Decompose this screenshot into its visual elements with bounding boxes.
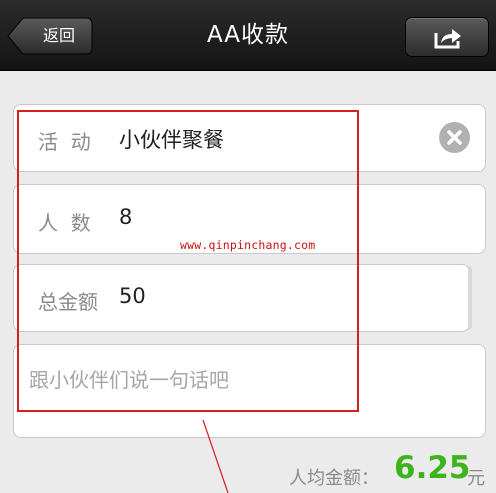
navigation-bar: 返回 AA收款 — [0, 0, 496, 71]
annotation-box — [17, 110, 359, 412]
share-icon — [434, 29, 461, 49]
field-divider — [468, 266, 472, 330]
share-button[interactable] — [405, 17, 489, 57]
average-amount-label: 人均金额： — [289, 468, 379, 489]
average-amount-unit: 元 — [467, 468, 485, 489]
clear-button[interactable] — [439, 122, 470, 153]
average-amount-value: 6.25 — [394, 450, 471, 486]
clear-icon — [447, 130, 462, 145]
